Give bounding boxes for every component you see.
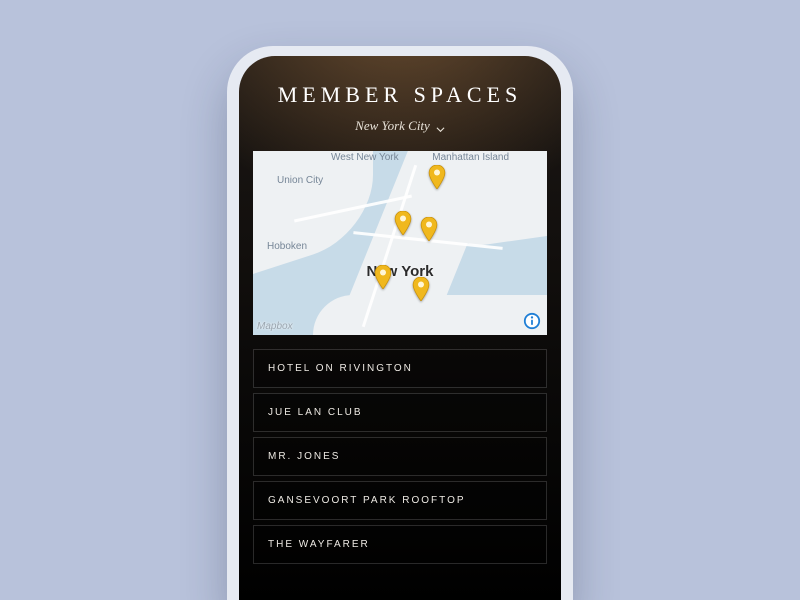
- app-screen: MEMBER SPACES New York City West New Yor…: [239, 56, 561, 600]
- list-item-label: JUE LAN CLUB: [268, 407, 363, 418]
- map-pin-icon[interactable]: [420, 217, 438, 241]
- map-label: Union City: [277, 175, 323, 186]
- page-title: MEMBER SPACES: [239, 82, 561, 108]
- map-center-label: New York: [253, 263, 547, 280]
- list-item-label: HOTEL ON RIVINGTON: [268, 363, 413, 374]
- map-label: Hoboken: [267, 241, 307, 252]
- map-pin-icon[interactable]: [428, 165, 446, 189]
- map-pin-icon[interactable]: [394, 211, 412, 235]
- map-label: Manhattan Island: [432, 152, 509, 163]
- map-pin-icon[interactable]: [374, 265, 392, 289]
- chevron-down-icon: [436, 122, 445, 131]
- map-land: [313, 295, 547, 335]
- map-attribution: Mapbox: [257, 321, 293, 332]
- info-icon[interactable]: [523, 312, 541, 330]
- city-selector-label: New York City: [355, 118, 430, 134]
- list-item[interactable]: MR. JONES: [253, 437, 547, 476]
- list-item[interactable]: GANSEVOORT PARK ROOFTOP: [253, 481, 547, 520]
- venue-list: HOTEL ON RIVINGTON JUE LAN CLUB MR. JONES G…: [253, 349, 547, 564]
- list-item[interactable]: THE WAYFARER: [253, 525, 547, 564]
- map-pin-icon[interactable]: [412, 277, 430, 301]
- phone-frame: MEMBER SPACES New York City West New Yor…: [227, 46, 573, 600]
- list-item-label: MR. JONES: [268, 451, 340, 462]
- map-label: West New York: [331, 152, 399, 163]
- map[interactable]: West New York Union City Hoboken Manhatt…: [253, 151, 547, 335]
- list-item[interactable]: JUE LAN CLUB: [253, 393, 547, 432]
- list-item-label: GANSEVOORT PARK ROOFTOP: [268, 495, 466, 506]
- list-item[interactable]: HOTEL ON RIVINGTON: [253, 349, 547, 388]
- list-item-label: THE WAYFARER: [268, 539, 370, 550]
- header: MEMBER SPACES New York City: [239, 56, 561, 135]
- city-selector[interactable]: New York City: [355, 118, 445, 134]
